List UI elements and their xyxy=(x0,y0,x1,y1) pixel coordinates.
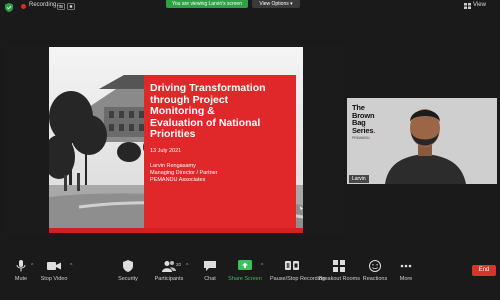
slide-title: Driving Transformation through Project M… xyxy=(150,82,290,141)
slide-title-line: Priorities xyxy=(150,128,196,140)
participants-count: 20 xyxy=(176,262,182,267)
view-button[interactable]: View xyxy=(473,2,486,8)
chat-label: Chat xyxy=(204,276,216,282)
breakout-rooms-label: Breakout Rooms xyxy=(319,276,360,282)
author-org: PEMANDU Associates xyxy=(150,176,206,183)
more-label: More xyxy=(399,276,413,282)
recording-indicator-icon xyxy=(21,4,26,9)
breakout-rooms-button[interactable]: Breakout Rooms xyxy=(319,260,360,282)
chat-button[interactable]: Chat xyxy=(190,260,230,282)
participants-chevron-icon[interactable]: ^ xyxy=(186,263,188,269)
participants-icon xyxy=(162,261,176,272)
presentation-slide: Driving Transformation through Project M… xyxy=(49,47,303,233)
pause-stop-recording-button[interactable]: Pause/Stop Recording xyxy=(270,260,326,282)
share-screen-icon xyxy=(238,260,252,270)
author-name: Larvin Rengasamy xyxy=(150,162,196,169)
pause-stop-recording-label: Pause/Stop Recording xyxy=(270,276,326,282)
zoom-window: Recording... You are viewing Larvin's sc… xyxy=(0,0,500,300)
participants-button[interactable]: Participants xyxy=(149,260,189,282)
slide-title-line: Driving Transformation xyxy=(150,82,266,94)
view-options-label: View Options xyxy=(259,1,289,7)
slide-date: 13 July 2021 xyxy=(150,147,182,154)
view-options-button[interactable]: View Options ▾ xyxy=(252,0,300,8)
participant-video[interactable]: The Brown Bag Series. PEMANDU Larvin xyxy=(347,98,497,184)
security-shield-icon[interactable] xyxy=(5,3,13,12)
stop-recording-icon[interactable] xyxy=(67,3,75,10)
slideshow-toolbar xyxy=(49,228,303,233)
reactions-smiley-icon xyxy=(369,260,381,272)
top-bar: Recording... You are viewing Larvin's sc… xyxy=(0,0,500,14)
logo-line: Series xyxy=(352,125,374,135)
microphone-icon xyxy=(16,260,26,272)
security-button[interactable]: Security xyxy=(108,260,148,282)
more-button[interactable]: More xyxy=(386,260,426,282)
participant-name: Larvin xyxy=(352,176,366,182)
participants-label: Participants xyxy=(154,276,184,282)
video-options-chevron-icon[interactable]: ^ xyxy=(70,263,72,269)
breakout-rooms-icon xyxy=(333,260,345,272)
chat-icon xyxy=(204,261,216,271)
viewing-screen-banner: You are viewing Larvin's screen xyxy=(166,0,248,8)
author-title: Managing Director / Partner xyxy=(150,169,218,176)
video-camera-icon xyxy=(47,262,61,270)
share-screen-button[interactable]: Share Screen xyxy=(225,260,265,282)
security-icon xyxy=(123,260,133,272)
mouse-cursor-icon xyxy=(300,206,303,211)
slide-title-line: Monitoring & xyxy=(150,105,215,117)
audio-options-chevron-icon[interactable]: ^ xyxy=(31,263,33,269)
grid-view-icon[interactable] xyxy=(464,3,471,9)
meeting-toolbar: Mute ^ Stop Video ^ Security Participant… xyxy=(0,254,500,300)
end-meeting-button[interactable]: End xyxy=(472,265,496,276)
share-screen-label: Share Screen xyxy=(228,276,262,282)
title-panel: Driving Transformation through Project M… xyxy=(144,75,296,229)
stop-video-button[interactable]: Stop Video xyxy=(34,260,74,282)
recording-controls-icon xyxy=(285,261,299,270)
security-label: Security xyxy=(118,276,138,282)
participant-person xyxy=(385,109,466,184)
slide-author: Larvin Rengasamy Managing Director / Par… xyxy=(150,163,290,184)
logo-subtext: PEMANDU xyxy=(352,136,370,140)
participant-name-tag: Larvin xyxy=(349,175,369,183)
more-ellipsis-icon xyxy=(400,264,412,268)
stop-video-label: Stop Video xyxy=(40,276,68,282)
brown-bag-series-logo: The Brown Bag Series. xyxy=(352,103,376,135)
pause-recording-icon[interactable] xyxy=(57,3,65,10)
shared-screen: Driving Transformation through Project M… xyxy=(4,44,344,236)
share-options-chevron-icon[interactable]: ^ xyxy=(261,263,263,269)
